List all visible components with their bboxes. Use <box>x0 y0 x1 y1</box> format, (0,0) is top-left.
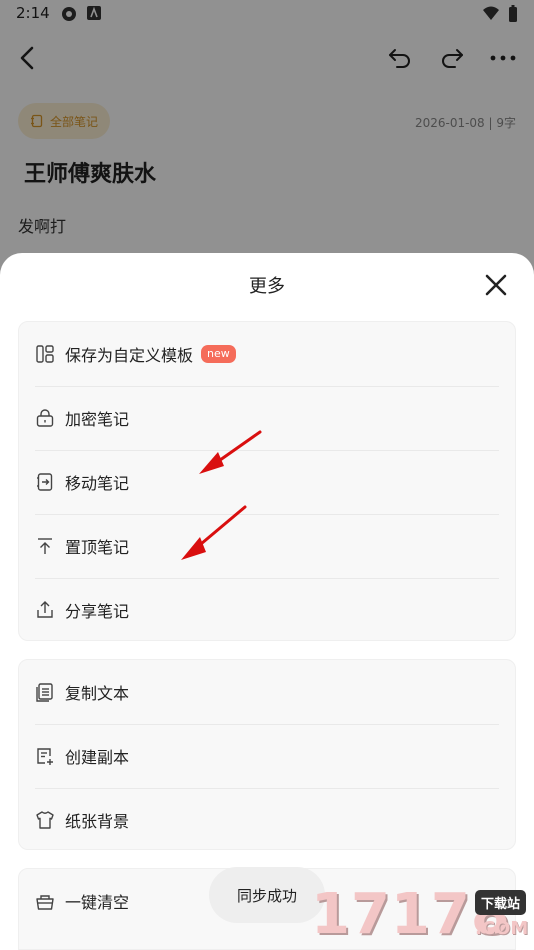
duplicate-icon <box>37 748 53 765</box>
encrypt-note-button[interactable]: 加密笔记 <box>19 386 515 450</box>
pin-note-label: 置顶笔记 <box>65 538 130 557</box>
save-as-template-button[interactable]: 保存为自定义模板 new <box>19 322 515 386</box>
shirt-icon <box>36 811 54 829</box>
clear-basket-icon <box>36 895 54 910</box>
site-watermark-logo: 17178 下载站 .COM <box>305 880 534 950</box>
new-badge: new <box>201 345 236 363</box>
save-as-template-label: 保存为自定义模板 <box>65 346 194 365</box>
share-note-label: 分享笔记 <box>65 602 130 621</box>
watermark-tag: 下载站 <box>475 890 527 915</box>
close-icon[interactable] <box>483 272 509 298</box>
encrypt-note-label: 加密笔记 <box>65 410 130 429</box>
move-icon <box>37 473 53 491</box>
create-copy-button[interactable]: 创建副本 <box>19 724 515 788</box>
copy-icon <box>36 683 53 702</box>
clear-all-label: 一键清空 <box>65 893 130 912</box>
pin-top-icon <box>38 538 52 554</box>
sheet-group-copy-actions: 复制文本 创建副本 纸张背景 <box>18 659 516 850</box>
sheet-title: 更多 <box>249 276 285 297</box>
create-copy-label: 创建副本 <box>65 748 130 767</box>
copy-text-label: 复制文本 <box>65 684 130 703</box>
watermark-suffix: .COM <box>475 918 529 939</box>
paper-background-label: 纸张背景 <box>65 812 130 831</box>
template-icon <box>36 345 54 363</box>
share-note-button[interactable]: 分享笔记 <box>19 578 515 642</box>
lock-icon <box>36 409 54 427</box>
share-icon <box>37 601 53 618</box>
move-note-button[interactable]: 移动笔记 <box>19 450 515 514</box>
sheet-group-note-actions: 保存为自定义模板 new 加密笔记 移动笔记 置顶笔记 分享笔记 <box>18 321 516 641</box>
pin-note-button[interactable]: 置顶笔记 <box>19 514 515 578</box>
copy-text-button[interactable]: 复制文本 <box>19 660 515 724</box>
move-note-label: 移动笔记 <box>65 474 130 493</box>
paper-background-button[interactable]: 纸张背景 <box>19 788 515 852</box>
